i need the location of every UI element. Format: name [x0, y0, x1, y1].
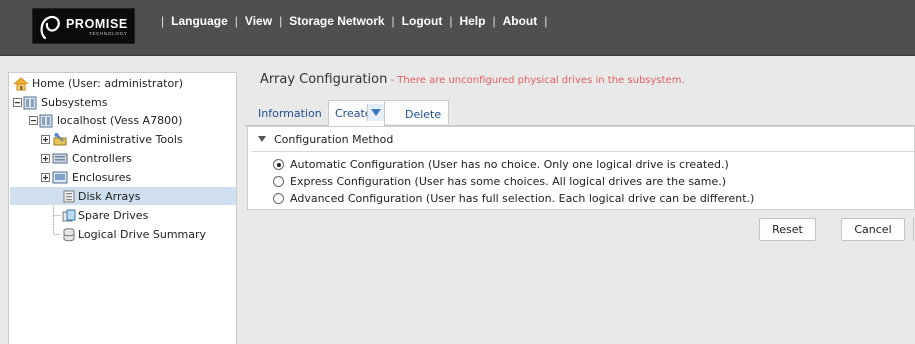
- nav-help[interactable]: Help: [459, 14, 485, 28]
- tree-label-enclosures: Enclosures: [72, 171, 132, 184]
- tree-item-localhost[interactable]: localhost (Vess A7800): [29, 111, 229, 130]
- collapse-caret-icon[interactable]: [258, 136, 266, 142]
- page-header: Array Configuration - There are unconfig…: [260, 72, 685, 87]
- nav-logout[interactable]: Logout: [402, 14, 443, 28]
- radio-advanced[interactable]: [273, 193, 284, 204]
- tree-label-subsystems: Subsystems: [41, 96, 108, 109]
- controller-icon: [52, 153, 68, 164]
- option-label-express: Express Configuration (User has some cho…: [290, 175, 727, 188]
- panel-divider: [252, 151, 914, 152]
- nav-about[interactable]: About: [503, 14, 538, 28]
- tree-item-controllers[interactable]: Controllers: [41, 149, 231, 168]
- main-content: Array Configuration - There are unconfig…: [244, 72, 915, 344]
- brand-tagline: TECHNOLOGY: [89, 31, 128, 36]
- home-icon: [13, 77, 29, 91]
- tree-item-administrative-tools[interactable]: Administrative Tools: [41, 130, 231, 149]
- nav-language[interactable]: Language: [171, 14, 228, 28]
- spare-drive-icon: [62, 209, 76, 222]
- tree-label-logical-drive-summary: Logical Drive Summary: [78, 228, 207, 241]
- expand-toggle-icon[interactable]: [41, 132, 50, 147]
- tree-item-enclosures[interactable]: Enclosures: [41, 168, 231, 187]
- enclosure-icon: [52, 171, 68, 184]
- tab-create[interactable]: Create: [328, 100, 385, 127]
- navigation-tree: Home (User: administrator) Subsystems lo…: [8, 72, 237, 344]
- top-header: PROMISE TECHNOLOGY | Language | View | S…: [0, 0, 915, 56]
- top-nav: | Language | View | Storage Network | Lo…: [161, 14, 548, 28]
- radio-express[interactable]: [273, 176, 284, 187]
- tree-item-subsystems[interactable]: Subsystems: [13, 93, 213, 112]
- tab-information[interactable]: Information: [258, 103, 322, 127]
- storage-server-icon: [39, 114, 53, 128]
- chevron-down-icon: [371, 109, 381, 116]
- warning-message: - There are unconfigured physical drives…: [387, 75, 685, 86]
- nav-view[interactable]: View: [245, 14, 272, 28]
- tab-bar: Information Create Delete: [244, 100, 915, 127]
- tab-delete-container: Delete: [385, 100, 449, 124]
- tree-label-administrative-tools: Administrative Tools: [72, 133, 183, 146]
- tree-label-localhost: localhost (Vess A7800): [57, 114, 183, 127]
- tree-label-spare-drives: Spare Drives: [78, 209, 149, 222]
- collapse-toggle-icon[interactable]: [29, 113, 38, 128]
- promise-logo-mark-icon: [40, 15, 60, 40]
- subsystem-server-icon: [23, 96, 37, 110]
- cancel-button[interactable]: Cancel: [841, 218, 905, 241]
- tree-item-disk-arrays[interactable]: Disk Arrays: [61, 187, 231, 206]
- expand-toggle-icon[interactable]: [41, 151, 50, 166]
- reset-button[interactable]: Reset: [759, 218, 816, 241]
- tree-label-disk-arrays: Disk Arrays: [78, 190, 141, 203]
- tree-item-home[interactable]: Home (User: administrator): [13, 74, 213, 93]
- brand-name: PROMISE: [66, 17, 128, 31]
- tree-label-home: Home (User: administrator): [32, 77, 184, 90]
- configuration-method-title: Configuration Method: [274, 133, 394, 146]
- collapse-toggle-icon[interactable]: [13, 95, 22, 110]
- logical-drive-icon: [63, 228, 75, 242]
- promise-logo: PROMISE TECHNOLOGY: [32, 8, 135, 44]
- configuration-method-panel: Configuration Method Automatic Configura…: [247, 126, 915, 210]
- tree-item-spare-drives[interactable]: Spare Drives: [61, 206, 231, 225]
- radio-automatic[interactable]: [273, 159, 284, 170]
- expand-toggle-icon[interactable]: [41, 170, 50, 185]
- tab-create-dropdown[interactable]: [367, 104, 384, 121]
- tab-delete[interactable]: Delete: [405, 104, 441, 128]
- option-label-automatic: Automatic Configuration (User has no cho…: [290, 158, 729, 171]
- tree-label-controllers: Controllers: [72, 152, 132, 165]
- tools-icon: [53, 133, 67, 146]
- page-title: Array Configuration: [260, 72, 388, 87]
- option-label-advanced: Advanced Configuration (User has full se…: [290, 192, 755, 205]
- nav-storage-network[interactable]: Storage Network: [289, 14, 384, 28]
- tree-item-logical-drive-summary[interactable]: Logical Drive Summary: [61, 225, 231, 244]
- disk-array-icon: [63, 190, 75, 203]
- configuration-method-header[interactable]: Configuration Method: [258, 133, 393, 146]
